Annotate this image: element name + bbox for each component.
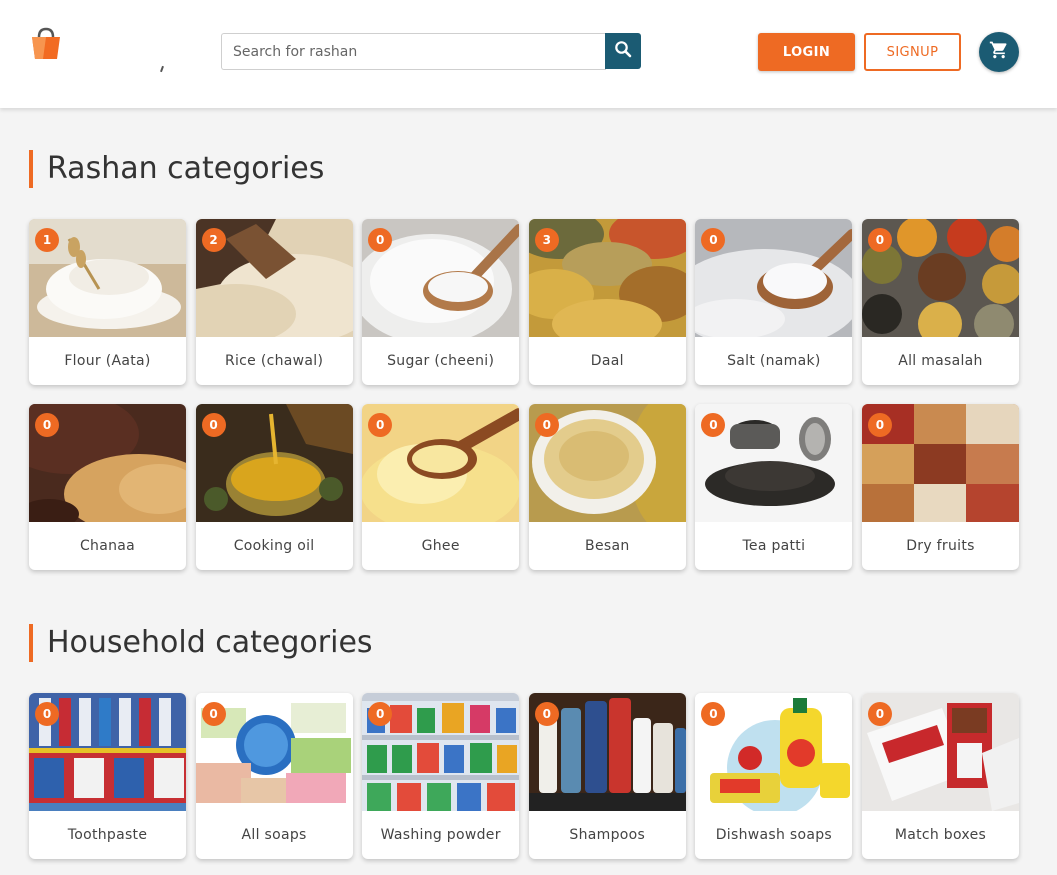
category-card-washing-powder[interactable]: 0 Washing powder	[362, 693, 520, 859]
category-card-shampoos[interactable]: 0 Shampoos	[528, 693, 686, 859]
category-label: Dry fruits	[906, 538, 975, 554]
household-categories-heading: Household categories	[29, 624, 373, 662]
login-button[interactable]: LOGIN	[758, 33, 855, 71]
search-icon	[614, 40, 632, 62]
category-label: Sugar (cheeni)	[387, 353, 495, 369]
category-card-sugar[interactable]: 0 Sugar (cheeni)	[362, 219, 520, 385]
category-label: Match boxes	[894, 827, 987, 843]
category-label: Rice (chawal)	[224, 353, 324, 369]
household-category-grid: 0 Toothpaste 0 All soaps 0 Washing powde…	[29, 693, 1019, 859]
category-label: Toothpaste	[67, 827, 148, 843]
category-card-tea-patti[interactable]: 0 Tea patti	[695, 404, 853, 570]
cart-count-badge: 1	[35, 228, 59, 252]
cart-count-badge: 2	[201, 228, 226, 252]
top-header: LOGIN SIGNUP	[0, 0, 1057, 108]
cart-icon	[989, 40, 1009, 64]
signup-button[interactable]: SIGNUP	[864, 33, 961, 71]
rashan-category-grid: 1 Flour (Aata) 2 Rice (chawal) 0 Sugar (…	[29, 219, 1019, 570]
cart-count-badge: 0	[35, 413, 59, 437]
category-card-daal[interactable]: 3 Daal	[528, 219, 686, 385]
search-input[interactable]	[221, 33, 606, 70]
cart-count-badge: 0	[368, 413, 393, 437]
category-label: All soaps	[241, 827, 307, 843]
category-card-rice[interactable]: 2 Rice (chawal)	[195, 219, 353, 385]
category-label: Shampoos	[569, 827, 646, 843]
category-label: Dishwash soaps	[715, 827, 833, 843]
cart-count-badge: 0	[201, 702, 226, 726]
rashan-categories-heading: Rashan categories	[29, 150, 324, 188]
category-card-all-soaps[interactable]: 0 All soaps	[195, 693, 353, 859]
category-label: Daal	[590, 353, 624, 369]
cart-count-badge: 0	[35, 702, 59, 726]
category-label: Flour (Aata)	[64, 353, 151, 369]
shopping-bag-icon[interactable]	[29, 27, 63, 61]
cart-count-badge: 0	[867, 413, 892, 437]
category-label: Washing powder	[380, 827, 501, 843]
category-label: All masalah	[898, 353, 983, 369]
cart-count-badge: 0	[368, 702, 393, 726]
cart-count-badge: 0	[534, 702, 559, 726]
cart-count-badge: 0	[534, 413, 559, 437]
category-card-dry-fruits[interactable]: 0 Dry fruits	[861, 404, 1019, 570]
category-label: Besan	[585, 538, 630, 554]
category-label: Cooking oil	[233, 538, 315, 554]
category-card-dishwash-soaps[interactable]: 0 Dishwash soaps	[695, 693, 853, 859]
cart-count-badge: 0	[867, 228, 892, 252]
search-button[interactable]	[605, 33, 641, 69]
category-card-toothpaste[interactable]: 0 Toothpaste	[29, 693, 186, 859]
category-card-besan[interactable]: 0 Besan	[528, 404, 686, 570]
cart-count-badge: 0	[368, 228, 393, 252]
cart-count-badge: 0	[867, 702, 892, 726]
logo-mark	[160, 65, 164, 73]
cart-count-badge: 3	[534, 228, 559, 252]
category-label: Tea patti	[742, 538, 806, 554]
category-card-flour[interactable]: 1 Flour (Aata)	[29, 219, 186, 385]
category-card-cooking-oil[interactable]: 0 Cooking oil	[195, 404, 353, 570]
category-card-match-boxes[interactable]: 0 Match boxes	[861, 693, 1019, 859]
category-card-chanaa[interactable]: 0 Chanaa	[29, 404, 186, 570]
cart-button[interactable]	[979, 32, 1019, 72]
category-label: Salt (namak)	[727, 353, 821, 369]
category-card-ghee[interactable]: 0 Ghee	[362, 404, 520, 570]
category-label: Ghee	[421, 538, 460, 554]
cart-count-badge: 0	[201, 413, 226, 437]
category-label: Chanaa	[79, 538, 136, 554]
category-card-masalah[interactable]: 0 All masalah	[861, 219, 1019, 385]
category-card-salt[interactable]: 0 Salt (namak)	[695, 219, 853, 385]
